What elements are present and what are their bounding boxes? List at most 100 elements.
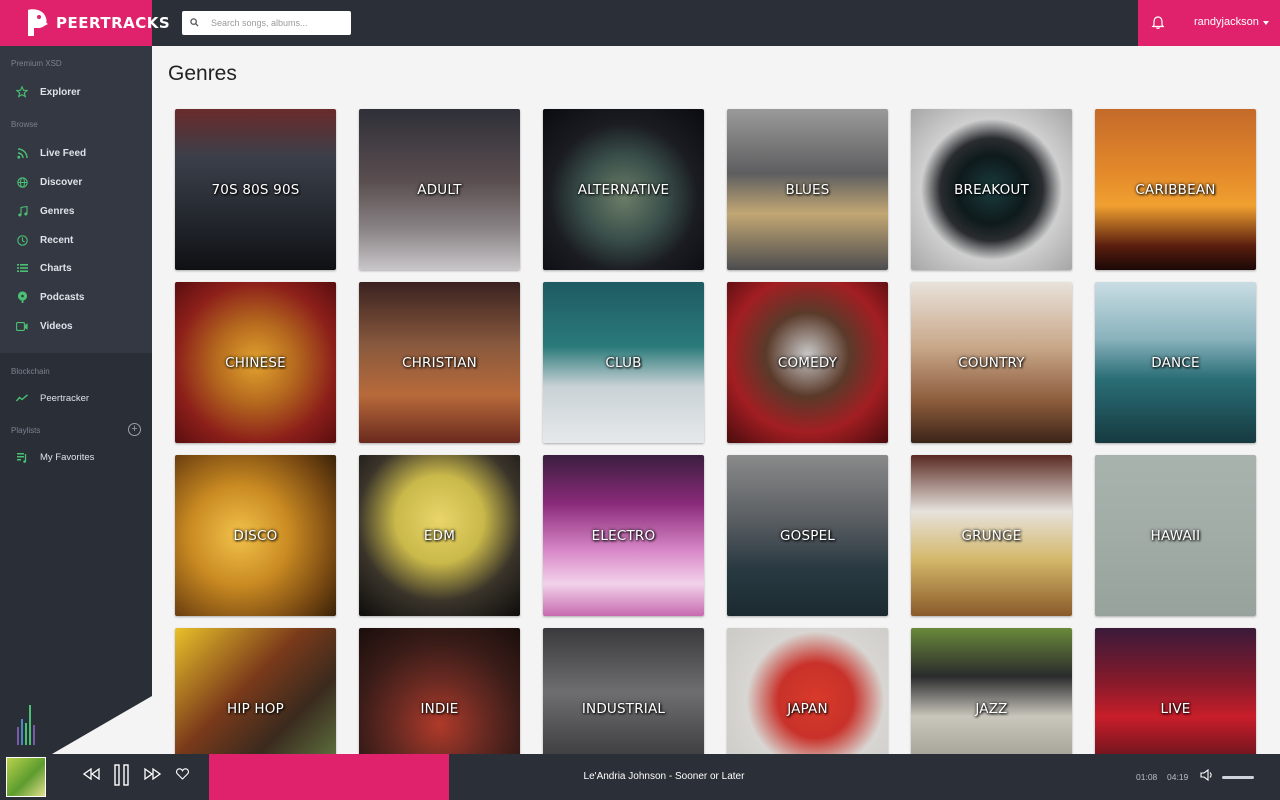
- volume-slider[interactable]: [1222, 776, 1254, 779]
- sidebar-item-live-feed[interactable]: Live Feed: [15, 144, 86, 162]
- album-cover[interactable]: [6, 757, 46, 797]
- current-time: 01:08: [1136, 772, 1158, 782]
- section-label-browse: Browse: [11, 120, 38, 129]
- genre-tile[interactable]: JAPAN: [727, 628, 888, 754]
- genre-tile-label: BLUES: [785, 181, 830, 198]
- sidebar-item-label: Recent: [40, 234, 74, 246]
- sidebar-item-podcasts[interactable]: Podcasts: [15, 288, 84, 306]
- genre-tile-label: DANCE: [1151, 354, 1200, 371]
- genre-tile[interactable]: ADULT: [359, 109, 520, 270]
- sidebar-item-label: Videos: [40, 320, 73, 332]
- genre-tile-label: INDUSTRIAL: [581, 700, 666, 717]
- bell-icon[interactable]: [1148, 13, 1168, 33]
- genre-tile-label: BREAKOUT: [954, 181, 1029, 198]
- genre-tile-label: JAPAN: [787, 700, 828, 717]
- genre-tile[interactable]: HAWAII: [1095, 455, 1256, 616]
- rewind-icon: [82, 767, 101, 785]
- genre-tile[interactable]: GRUNGE: [911, 455, 1072, 616]
- globe-icon: [15, 175, 29, 189]
- logo[interactable]: PEERTRACKS: [0, 0, 170, 46]
- fast-forward-icon: [143, 767, 162, 785]
- genre-tile-label: DISCO: [233, 527, 278, 544]
- sidebar-item-label: Podcasts: [40, 291, 85, 303]
- genre-tile-label: GOSPEL: [779, 527, 836, 544]
- sidebar-item-videos[interactable]: Videos: [15, 317, 73, 335]
- genre-tile-label: COUNTRY: [958, 354, 1025, 371]
- sidebar-item-discover[interactable]: Discover: [15, 173, 82, 191]
- star-icon: [15, 85, 29, 99]
- sidebar-item-recent[interactable]: Recent: [15, 231, 73, 249]
- genre-tile-label: ADULT: [417, 181, 462, 198]
- sidebar-item-label: My Favorites: [40, 451, 95, 463]
- genre-tile[interactable]: EDM: [359, 455, 520, 616]
- search-box[interactable]: [182, 11, 351, 35]
- genre-tile[interactable]: ALTERNATIVE: [543, 109, 704, 270]
- genre-tile[interactable]: 70S 80S 90S: [175, 109, 336, 270]
- genre-tile[interactable]: COUNTRY: [911, 282, 1072, 443]
- section-label-playlists: Playlists: [11, 426, 41, 435]
- genre-tile-label: HAWAII: [1150, 527, 1201, 544]
- sidebar-item-charts[interactable]: Charts: [15, 259, 72, 277]
- search-icon: [190, 14, 199, 32]
- total-time: 04:19: [1167, 772, 1189, 782]
- progress-bar[interactable]: [209, 754, 449, 800]
- sidebar-item-my-favorites[interactable]: My Favorites: [15, 448, 94, 466]
- user-menu[interactable]: randyjackson: [1194, 16, 1269, 28]
- search-input[interactable]: [211, 18, 341, 28]
- genre-tile[interactable]: DISCO: [175, 455, 336, 616]
- genre-tile-label: CHINESE: [225, 354, 286, 371]
- genre-tile[interactable]: JAZZ: [911, 628, 1072, 754]
- section-label-premium: Premium XSD: [11, 59, 62, 68]
- list-icon: [15, 261, 29, 275]
- podcast-icon: [15, 290, 29, 304]
- genre-tile[interactable]: CARIBBEAN: [1095, 109, 1256, 270]
- genre-tile-label: GRUNGE: [961, 527, 1022, 544]
- favorite-button[interactable]: [173, 767, 191, 785]
- genre-tile[interactable]: DANCE: [1095, 282, 1256, 443]
- volume-icon: [1200, 768, 1214, 786]
- genre-tile-label: JAZZ: [975, 700, 1008, 717]
- previous-button[interactable]: [82, 766, 102, 786]
- genre-tile[interactable]: CHRISTIAN: [359, 282, 520, 443]
- genre-tile[interactable]: LIVE: [1095, 628, 1256, 754]
- genre-tile[interactable]: CHINESE: [175, 282, 336, 443]
- pause-icon: [114, 763, 130, 791]
- sidebar: Premium XSD Explorer Browse Live Feed Di…: [0, 46, 152, 754]
- genre-tile-label: COMEDY: [777, 354, 838, 371]
- playlist-icon: [15, 450, 29, 464]
- sidebar-item-peertracker[interactable]: Peertracker: [15, 389, 89, 407]
- logo-text: PEERTRACKS: [56, 14, 171, 32]
- genre-tile[interactable]: CLUB: [543, 282, 704, 443]
- sidebar-item-label: Peertracker: [40, 392, 90, 404]
- genre-tile-label: 70S 80S 90S: [211, 181, 300, 198]
- genre-tile[interactable]: ELECTRO: [543, 455, 704, 616]
- genre-tile[interactable]: INDUSTRIAL: [543, 628, 704, 754]
- genre-tile[interactable]: COMEDY: [727, 282, 888, 443]
- rss-icon: [15, 146, 29, 160]
- sidebar-item-label: Explorer: [40, 86, 81, 98]
- add-playlist-button[interactable]: +: [128, 423, 141, 436]
- genre-tile[interactable]: INDIE: [359, 628, 520, 754]
- logo-dog-icon: [24, 8, 50, 38]
- sidebar-lower-panel: [0, 353, 152, 754]
- clock-icon: [15, 233, 29, 247]
- pause-button[interactable]: [111, 763, 133, 791]
- music-note-icon: [15, 204, 29, 218]
- genre-tile[interactable]: BLUES: [727, 109, 888, 270]
- line-chart-icon: [15, 391, 29, 405]
- sidebar-item-genres[interactable]: Genres: [15, 202, 74, 220]
- sidebar-item-explorer[interactable]: Explorer: [15, 83, 81, 101]
- genre-tile[interactable]: GOSPEL: [727, 455, 888, 616]
- video-icon: [15, 319, 29, 333]
- heart-icon: [175, 767, 189, 785]
- genre-tile[interactable]: BREAKOUT: [911, 109, 1072, 270]
- genre-tile-label: ELECTRO: [591, 527, 656, 544]
- genre-tile[interactable]: HIP HOP: [175, 628, 336, 754]
- next-button[interactable]: [142, 766, 162, 786]
- sidebar-item-label: Genres: [40, 205, 75, 217]
- audio-visualizer: [16, 705, 38, 745]
- volume-button[interactable]: [1199, 768, 1215, 786]
- page-title: Genres: [168, 62, 237, 85]
- now-playing-title: Le'Andria Johnson - Sooner or Later: [583, 771, 745, 782]
- username: randyjackson: [1194, 16, 1259, 28]
